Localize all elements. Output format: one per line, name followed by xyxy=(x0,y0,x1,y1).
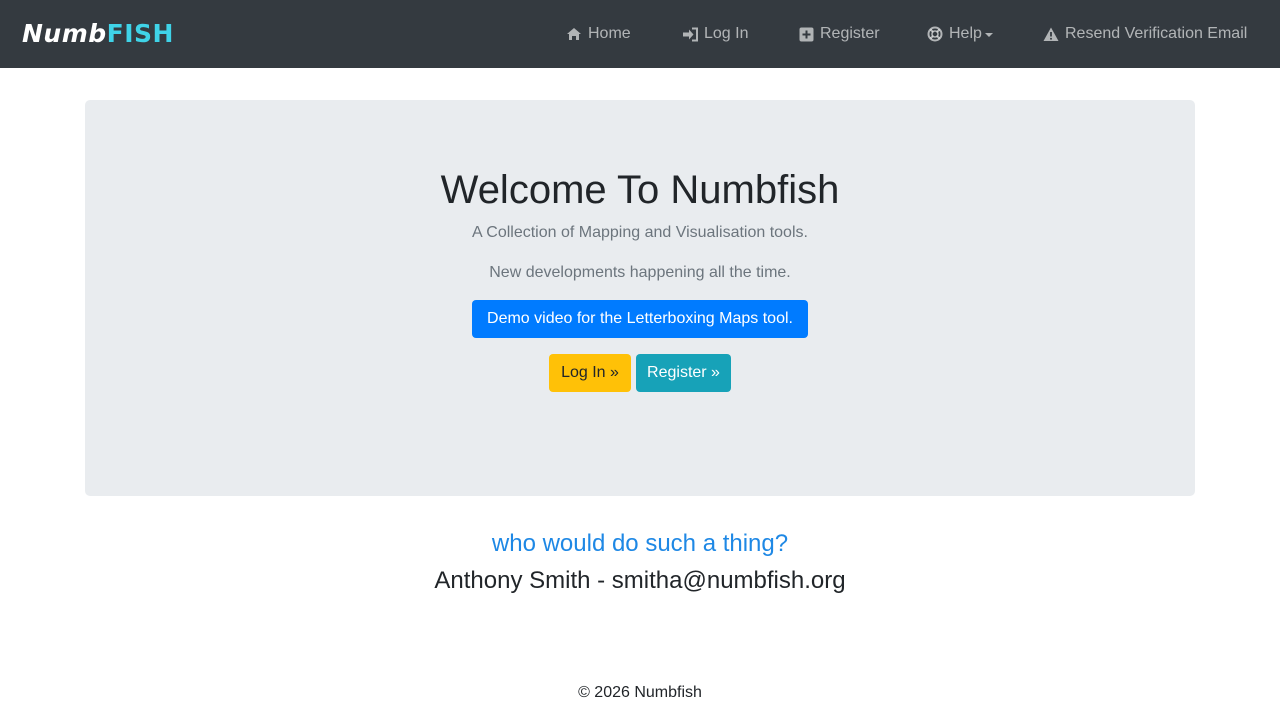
jumbotron xyxy=(85,100,1195,496)
contact-info: Anthony Smith - smitha@numbfish.org xyxy=(434,567,846,594)
lead-text-tools: A Collection of Mapping and Visualisatio… xyxy=(472,224,808,241)
register-button[interactable]: Register » xyxy=(636,354,731,392)
lead-text-developments: New developments happening all the time. xyxy=(489,264,791,281)
warning-icon xyxy=(1042,26,1060,42)
nav-home-label: Home xyxy=(588,25,631,42)
nav-login-label: Log In xyxy=(704,25,749,42)
sign-in-icon xyxy=(681,26,699,42)
caret-down-icon xyxy=(984,33,993,37)
nav-register-label: Register xyxy=(820,25,880,42)
nav-help-label: Help xyxy=(949,25,982,42)
brand-part-2: FISH xyxy=(106,19,174,48)
home-icon xyxy=(565,26,583,42)
navbar: NumbFISH Home Log In Register Help Resen… xyxy=(0,0,1280,68)
demo-video-button[interactable]: Demo video for the Letterboxing Maps too… xyxy=(472,300,808,338)
nav-home[interactable]: Home xyxy=(565,0,631,68)
nav-resend-label: Resend Verification Email xyxy=(1065,25,1248,42)
brand-logo[interactable]: NumbFISH xyxy=(22,18,174,50)
nav-help-dropdown[interactable]: Help xyxy=(926,0,993,68)
life-ring-icon xyxy=(926,26,944,42)
about-question: who would do such a thing? xyxy=(491,530,789,557)
brand-part-1: Numb xyxy=(22,19,107,48)
page-title: Welcome To Numbfish xyxy=(440,168,840,212)
nav-login[interactable]: Log In xyxy=(681,0,748,68)
nav-register[interactable]: Register xyxy=(797,0,880,68)
plus-square-icon xyxy=(797,26,815,42)
footer-copyright: © 2026 Numbfish xyxy=(578,684,702,701)
login-button[interactable]: Log In » xyxy=(549,354,631,392)
nav-resend-verification[interactable]: Resend Verification Email xyxy=(1042,0,1247,68)
